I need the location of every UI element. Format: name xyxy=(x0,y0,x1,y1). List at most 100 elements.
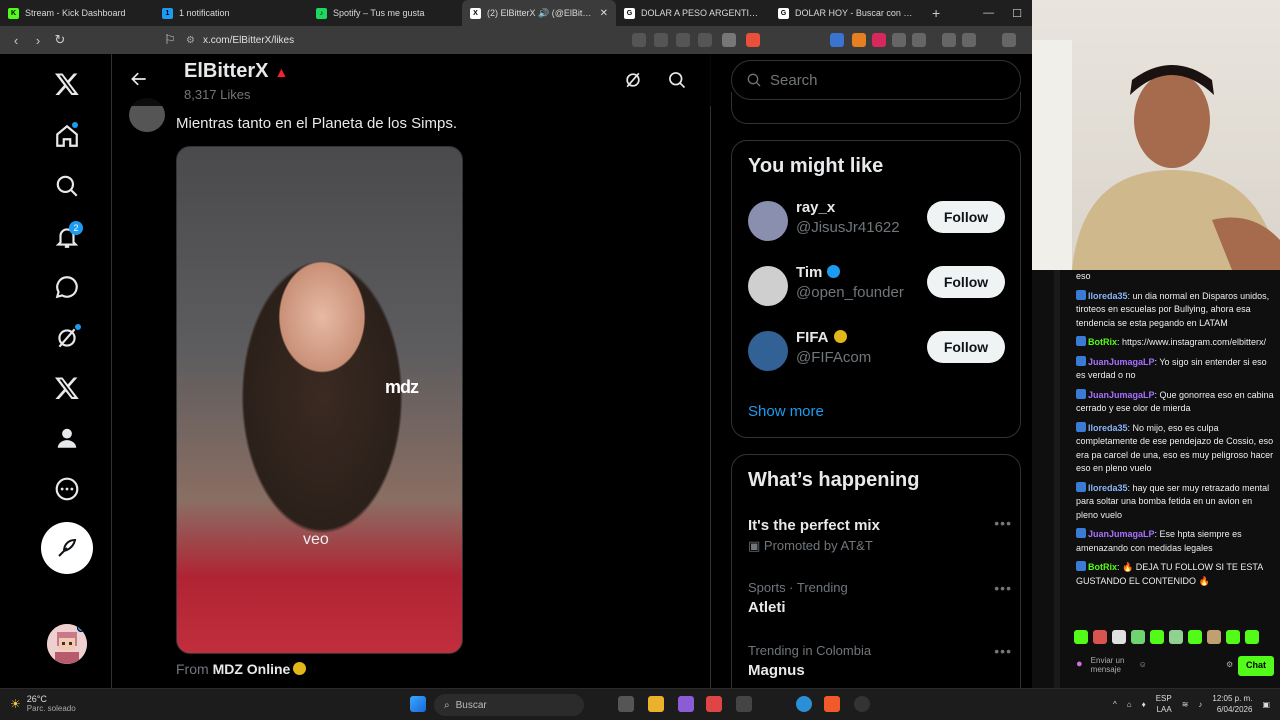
extensions-icon[interactable] xyxy=(912,33,926,47)
chat-username[interactable]: lloreda35 xyxy=(1088,423,1128,433)
brave-rewards-icon[interactable] xyxy=(746,33,760,47)
emote-4[interactable] xyxy=(1131,630,1145,644)
new-tab-button[interactable]: + xyxy=(924,5,948,21)
back-arrow-icon[interactable] xyxy=(129,69,149,89)
emote-3[interactable] xyxy=(1112,630,1126,644)
volume-icon[interactable]: ♪ xyxy=(1198,700,1202,709)
profile-icon[interactable] xyxy=(47,418,87,458)
share-icon[interactable] xyxy=(698,33,712,47)
maximize-icon[interactable]: ☐ xyxy=(1012,7,1022,20)
emote-8[interactable] xyxy=(1207,630,1221,644)
follow-button[interactable]: Follow xyxy=(927,331,1005,363)
wallet-icon[interactable] xyxy=(942,33,956,47)
tweet-source[interactable]: From MDZ Online xyxy=(176,661,307,677)
brave-shield-icon[interactable] xyxy=(722,33,736,47)
chat-scrollbar[interactable] xyxy=(1054,270,1060,688)
start-icon[interactable] xyxy=(410,696,426,712)
more-icon[interactable] xyxy=(47,469,87,509)
clock[interactable]: 12:05 p. m. 6/04/2026 xyxy=(1212,693,1252,715)
emote-9[interactable] xyxy=(1226,630,1240,644)
chat-input[interactable]: Enviar un mensaje xyxy=(1091,656,1131,674)
extension-4-icon[interactable] xyxy=(892,33,906,47)
forward-icon[interactable]: › xyxy=(28,33,48,48)
messages-icon[interactable] xyxy=(47,267,87,307)
taskbar-search[interactable]: ⌕ Buscar xyxy=(434,694,584,716)
taskbar-app-1[interactable] xyxy=(618,696,634,712)
taskbar-app-2[interactable] xyxy=(648,696,664,712)
browser-tab[interactable]: ♪ Spotify – Tus me gusta xyxy=(308,0,462,26)
extension-1-icon[interactable] xyxy=(830,33,844,47)
emote-6[interactable] xyxy=(1169,630,1183,644)
explore-icon[interactable] xyxy=(47,166,87,206)
emote-2[interactable] xyxy=(1093,630,1107,644)
follow-button[interactable]: Follow xyxy=(927,201,1005,233)
chat-username[interactable]: lloreda35 xyxy=(1088,483,1128,493)
microphone-icon[interactable]: ● xyxy=(1076,658,1083,672)
reload-icon[interactable]: ↻ xyxy=(50,32,70,48)
trend-item[interactable]: It's the perfect mix ▣ Promoted by AT&T ••… xyxy=(748,515,1011,554)
site-info-icon[interactable]: ⚙ xyxy=(186,35,195,46)
trend-item[interactable]: Sports · Trending Atleti ••• xyxy=(748,580,1011,616)
chat-username[interactable]: BotRix xyxy=(1088,337,1117,347)
browser-tab[interactable]: K Stream - Kick Dashboard xyxy=(0,0,154,26)
tweet-video[interactable]: mdz veo xyxy=(176,146,463,654)
browser-tab[interactable]: G DOLAR HOY - Buscar con Google xyxy=(770,0,924,26)
chat-username[interactable]: JuanJumagaLP xyxy=(1088,357,1155,367)
suggestion-row[interactable]: Tim @open_founder Follow xyxy=(748,262,1008,312)
zoom-icon[interactable] xyxy=(676,33,690,47)
emote-10[interactable] xyxy=(1245,630,1259,644)
notification-center-icon[interactable]: ▣ xyxy=(1262,700,1270,709)
send-chat-button[interactable]: Chat xyxy=(1238,656,1274,676)
back-icon[interactable]: ‹ xyxy=(6,33,26,48)
network-icon[interactable]: ⌂ xyxy=(1127,700,1132,709)
bookmark-icon[interactable]: ⚐ xyxy=(160,32,180,48)
trend-item[interactable]: Trending in Colombia Magnus ••• xyxy=(748,643,1011,679)
grok-icon[interactable] xyxy=(47,318,87,358)
browser-tab[interactable]: X (2) ElBitterX 🔊 (@ElBitterX) ✕ xyxy=(462,0,616,26)
tab-close-icon[interactable]: ✕ xyxy=(600,8,608,19)
browser-tab[interactable]: 1 1 notification xyxy=(154,0,308,26)
taskbar-brave-icon[interactable] xyxy=(824,696,840,712)
leo-icon[interactable] xyxy=(1002,33,1016,47)
suggestion-row[interactable]: ray_x @JisusJr41622 Follow xyxy=(748,197,1008,247)
suggestion-row[interactable]: FIFA @FIFAcom Follow xyxy=(748,327,1008,377)
chat-username[interactable]: BotRix xyxy=(1088,562,1117,572)
taskbar-app-3[interactable] xyxy=(678,696,694,712)
settings-icon[interactable]: ⚙ xyxy=(1226,658,1233,672)
chat-username[interactable]: JuanJumagaLP xyxy=(1088,390,1155,400)
taskbar-obs-icon[interactable] xyxy=(854,696,870,712)
taskbar-app-4[interactable] xyxy=(706,696,722,712)
home-icon[interactable] xyxy=(47,116,87,156)
grok-header-icon[interactable] xyxy=(623,70,643,90)
translate-icon[interactable] xyxy=(632,33,646,47)
emote-7[interactable] xyxy=(1188,630,1202,644)
compose-post-button[interactable] xyxy=(41,522,93,574)
chat-username[interactable]: JuanJumagaLP xyxy=(1088,529,1155,539)
chat-username[interactable]: lloreda35 xyxy=(1088,291,1128,301)
taskbar-edge-icon[interactable] xyxy=(796,696,812,712)
tray-overflow-icon[interactable]: ^ xyxy=(1113,700,1117,709)
notifications-icon[interactable]: 2 xyxy=(47,217,87,257)
extension-3-icon[interactable] xyxy=(872,33,886,47)
sidebar-icon[interactable] xyxy=(962,33,976,47)
follow-button[interactable]: Follow xyxy=(927,266,1005,298)
trend-more-icon[interactable]: ••• xyxy=(994,643,1012,659)
weather-widget[interactable]: ☀ 26°C Parc. soleado xyxy=(10,694,76,713)
browser-tab[interactable]: G DOLAR A PESO ARGENTINO - B xyxy=(616,0,770,26)
cast-icon[interactable] xyxy=(654,33,668,47)
trend-more-icon[interactable]: ••• xyxy=(994,515,1012,531)
emoji-icon[interactable]: ☺ xyxy=(1139,658,1147,672)
premium-x-icon[interactable] xyxy=(47,368,87,408)
trend-more-icon[interactable]: ••• xyxy=(994,580,1012,596)
search-header-icon[interactable] xyxy=(667,70,687,90)
extension-2-icon[interactable] xyxy=(852,33,866,47)
x-logo-icon[interactable] xyxy=(47,64,87,104)
account-avatar[interactable] xyxy=(47,624,87,664)
language-indicator[interactable]: ESP LAA xyxy=(1156,693,1172,715)
emote-1[interactable] xyxy=(1074,630,1088,644)
wifi-icon[interactable]: ≋ xyxy=(1182,700,1189,709)
minimize-icon[interactable]: — xyxy=(983,7,994,19)
taskbar-app-5[interactable] xyxy=(736,696,752,712)
mic-tray-icon[interactable]: ♦ xyxy=(1142,700,1146,709)
show-more-link[interactable]: Show more xyxy=(748,403,824,420)
